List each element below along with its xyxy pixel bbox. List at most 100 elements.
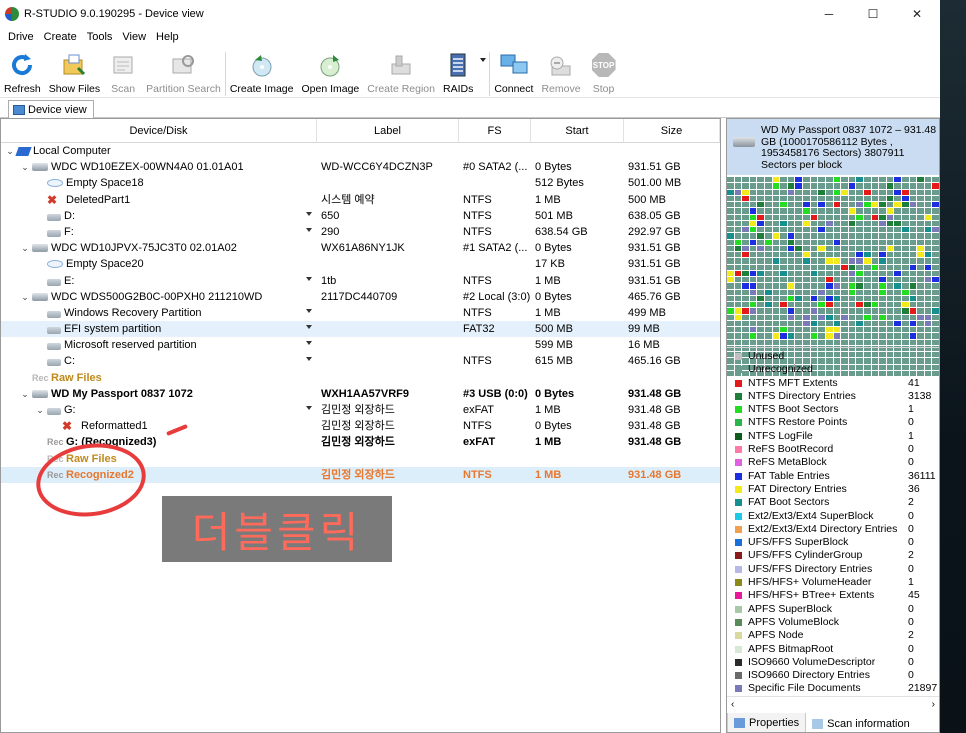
block-cell	[894, 220, 901, 226]
block-cell	[909, 220, 917, 226]
chevron-right-icon[interactable]: ›	[932, 699, 935, 710]
horizontal-scrollbar[interactable]: ‹ ›	[727, 696, 939, 712]
block-cell	[848, 277, 856, 283]
legend-swatch	[735, 605, 742, 613]
tree-row[interactable]: D: 650 NTFS 501 MB 638.05 GB	[1, 208, 720, 224]
block-cell	[825, 327, 833, 333]
menu-tools[interactable]: Tools	[82, 31, 118, 43]
tree-row[interactable]: ⌄ G: 김민정 외장하드 exFAT 1 MB 931.48 GB	[1, 402, 720, 418]
tree-row[interactable]: EFI system partition FAT32 500 MB 99 MB	[1, 321, 720, 338]
column-label[interactable]: Label	[317, 119, 459, 143]
column-size[interactable]: Size	[624, 119, 720, 143]
create-image-button[interactable]: Create Image	[226, 48, 298, 98]
block-cell	[886, 264, 894, 270]
chevron-down-icon[interactable]	[306, 357, 312, 362]
stop-button[interactable]: STOP Stop	[585, 48, 623, 98]
remove-button[interactable]: Remove	[537, 48, 584, 98]
tree-row[interactable]: Empty Space18 512 Bytes 501.00 MB	[1, 175, 720, 191]
tree-row[interactable]: ⌄ WD My Passport 0837 1072 WXH1AA57VRF9 #3 …	[1, 386, 720, 402]
block-cell	[765, 233, 772, 239]
open-image-label: Open Image	[301, 83, 360, 95]
block-cell	[787, 314, 795, 320]
chevron-down-icon[interactable]	[306, 227, 312, 232]
close-button[interactable]: ✕	[895, 0, 939, 28]
block-cell	[780, 252, 787, 258]
menu-create[interactable]: Create	[39, 31, 82, 43]
tree-row[interactable]: E: 1tb NTFS 1 MB 931.51 GB	[1, 273, 720, 289]
expand-toggle-icon[interactable]: ⌄	[20, 289, 30, 305]
block-cell	[765, 183, 772, 189]
block-cell	[818, 258, 825, 264]
tree-row[interactable]: Microsoft reserved partition 599 MB 16 MB	[1, 337, 720, 353]
chevron-down-icon[interactable]	[306, 406, 312, 410]
create-region-label: Create Region	[367, 83, 435, 95]
block-cell	[727, 245, 734, 251]
tree-row[interactable]: Windows Recovery Partition NTFS 1 MB 499 MB	[1, 305, 720, 321]
open-image-button[interactable]: Open Image	[297, 48, 363, 98]
tree-row[interactable]: ⌄ Local Computer	[1, 143, 720, 159]
expand-toggle-icon[interactable]: ⌄	[20, 159, 30, 175]
computer-icon	[15, 146, 32, 156]
expand-toggle-icon[interactable]: ⌄	[20, 386, 30, 402]
tree-row[interactable]: ✖ Reformatted1 김민정 외장하드 NTFS 0 Bytes 931.48 G…	[1, 418, 720, 434]
tree-row[interactable]: C: NTFS 615 MB 465.16 GB	[1, 353, 720, 369]
block-cell	[894, 214, 901, 220]
block-cell	[765, 320, 772, 326]
block-cell	[818, 227, 825, 233]
block-cell	[901, 333, 909, 339]
chevron-down-icon[interactable]	[306, 276, 312, 281]
expand-toggle-icon[interactable]: ⌄	[5, 143, 15, 159]
tree-row[interactable]: ⌄ WDC WD10EZEX-00WN4A0 01.01A01 WD-WCC6Y4D…	[1, 159, 720, 175]
desktop-background	[940, 0, 966, 733]
menu-help[interactable]: Help	[151, 31, 184, 43]
create-region-button[interactable]: Create Region	[363, 48, 439, 98]
block-cell	[917, 308, 924, 314]
block-cell	[924, 189, 932, 195]
legend-swatch	[735, 618, 742, 626]
chevron-down-icon[interactable]	[306, 341, 312, 346]
tree-row[interactable]: Empty Space20 17 KB 931.51 GB	[1, 256, 720, 272]
tree-cell-name: Windows Recovery Partition	[1, 305, 317, 321]
raids-dropdown[interactable]	[477, 48, 489, 98]
minimize-button[interactable]: ─	[807, 0, 851, 28]
tab-properties[interactable]: Properties	[727, 713, 807, 732]
maximize-button[interactable]: ☐	[851, 0, 895, 28]
scan-button[interactable]: Scan	[104, 48, 142, 98]
chevron-down-icon[interactable]	[306, 325, 312, 330]
raids-button[interactable]: RAIDs	[439, 48, 477, 98]
expand-toggle-icon[interactable]: ⌄	[20, 240, 30, 256]
empty-space-icon	[47, 260, 63, 269]
connect-button[interactable]: Connect	[490, 48, 537, 98]
refresh-button[interactable]: Refresh	[0, 48, 45, 98]
block-cell	[772, 227, 780, 233]
tree-row-name: G:	[64, 404, 76, 416]
chevron-down-icon[interactable]	[306, 308, 312, 313]
hard-drive-icon	[32, 292, 48, 301]
block-map[interactable]	[727, 177, 939, 376]
expand-toggle-icon[interactable]: ⌄	[35, 402, 45, 418]
block-cell	[780, 289, 787, 295]
block-cell	[825, 302, 833, 308]
tree-row[interactable]: F: 290 NTFS 638.54 GB 292.97 GB	[1, 224, 720, 240]
block-cell	[841, 202, 848, 208]
column-fs[interactable]: FS	[459, 119, 531, 143]
block-cell	[917, 183, 924, 189]
chevron-left-icon[interactable]: ‹	[731, 699, 734, 710]
tab-scan-information[interactable]: Scan information	[806, 713, 916, 732]
partition-search-button[interactable]: Partition Search	[142, 48, 225, 98]
menu-drive[interactable]: Drive	[3, 31, 39, 43]
tree-row[interactable]: ✖ DeletedPart1 시스템 예약 NTFS 1 MB 500 MB	[1, 192, 720, 208]
block-cell	[924, 327, 932, 333]
tab-device-view[interactable]: Device view	[8, 100, 94, 118]
show-files-button[interactable]: Show Files	[45, 48, 104, 98]
tree-row[interactable]: ⌄ WDC WD10JPVX-75JC3T0 02.01A02 WX61A86NY1…	[1, 240, 720, 256]
chevron-down-icon[interactable]	[306, 211, 312, 216]
menu-view[interactable]: View	[117, 31, 151, 43]
tree-row[interactable]: Rec Raw Files	[1, 370, 720, 386]
block-cell	[795, 327, 803, 333]
column-start[interactable]: Start	[531, 119, 624, 143]
block-cell	[818, 208, 825, 214]
block-cell	[894, 289, 901, 295]
tree-row[interactable]: ⌄ WDC WDS500G2B0C-00PXH0 211210WD 2117DC44…	[1, 289, 720, 305]
column-device-disk[interactable]: Device/Disk	[1, 119, 317, 143]
